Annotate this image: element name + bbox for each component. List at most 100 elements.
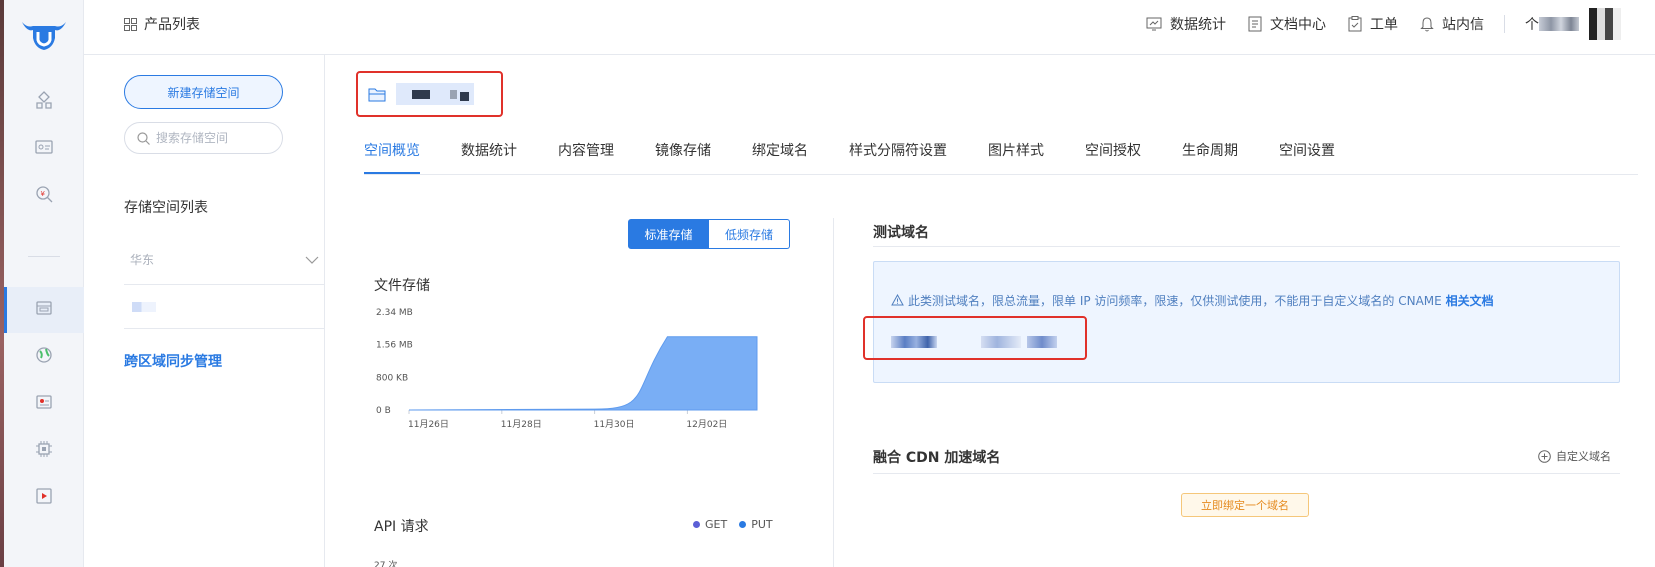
user-name-redacted [1539,17,1579,31]
nav-divider [1504,15,1505,33]
top-bar: 产品列表 数据统计 文档中心 工单 站内信 个 [84,0,1655,55]
bucket-name-redacted [396,83,474,105]
bucket-sidebar: 新建存储空间 存储空间列表 华东 跨区域同步管理 [85,55,325,567]
api-legend: GET PUT [693,518,785,531]
tab-authorization[interactable]: 空间授权 [1085,140,1141,174]
bucket-icon [368,88,386,102]
nav-ticket-label: 工单 [1370,17,1398,33]
cdn-domain-title: 融合 CDN 加速域名 [873,450,1001,466]
nav-messages[interactable]: 站内信 [1420,14,1484,34]
related-docs-link[interactable]: 相关文档 [1446,294,1494,308]
bucket-tabs: 空间概览 数据统计 内容管理 镜像存储 绑定域名 样式分隔符设置 图片样式 空间… [364,125,1638,175]
legend-get[interactable]: GET [693,518,727,531]
test-domain-redacted-2 [981,336,1021,348]
tab-overview[interactable]: 空间概览 [364,140,420,174]
bucket-list-item[interactable] [124,286,325,329]
plus-circle-icon [1538,449,1551,463]
tab-bind-domain[interactable]: 绑定域名 [752,140,808,174]
test-domain-highlight [863,316,1087,360]
y-tick-label: 1.56 MB [376,341,413,351]
id-card-icon[interactable] [34,137,54,157]
brand-logo-icon[interactable] [19,18,69,54]
test-domain-redacted[interactable] [891,336,937,348]
bind-domain-button[interactable]: 立即绑定一个域名 [1181,493,1309,517]
test-domain-warning: 此类测试域名，限总流量，限单 IP 访问频率，限速，仅供测试使用，不能用于自定义… [891,292,1494,309]
x-tick-label: 12月02日 [686,419,727,430]
x-tick-label: 11月28日 [501,419,542,430]
region-value: 华东 [130,253,155,267]
tab-settings[interactable]: 空间设置 [1279,140,1335,174]
chip-icon[interactable] [34,439,54,459]
nav-docs-label: 文档中心 [1270,17,1326,33]
y-tick-label: 2.34 MB [376,308,413,318]
cross-region-sync-link[interactable]: 跨区域同步管理 [124,351,222,371]
finance-search-icon[interactable]: ¥ [34,184,54,204]
x-tick-label: 11月26日 [408,419,449,430]
bell-icon [1420,17,1434,32]
storage-type-toggle: 标准存储 低频存储 [628,219,790,249]
bucket-search[interactable] [124,122,283,154]
rail-divider [28,256,60,257]
legend-get-marker [693,521,700,528]
grid-icon [124,17,137,31]
dashboard-icon[interactable] [34,90,54,110]
nav-statistics-label: 数据统计 [1170,17,1226,33]
product-list-menu[interactable]: 产品列表 [124,14,200,34]
svg-text:¥: ¥ [41,190,46,198]
tab-statistics[interactable]: 数据统计 [461,140,517,174]
custom-domain-label: 自定义域名 [1556,450,1611,463]
test-domain-redacted-3 [1027,336,1057,348]
warning-icon [891,293,904,306]
bucket-list-title: 存储空间列表 [124,200,208,216]
bucket-header-highlight [356,71,503,117]
legend-get-label: GET [705,518,728,531]
nav-messages-label: 站内信 [1442,17,1484,33]
media-card-icon[interactable] [34,392,54,412]
storage-area-series [408,336,758,411]
x-tick-label: 11月30日 [594,419,635,430]
region-select[interactable]: 华东 [124,235,325,285]
nav-ticket[interactable]: 工单 [1348,14,1398,34]
api-requests-title: API 请求 [374,519,429,535]
y-tick-label: 800 KB [376,373,408,383]
tab-content[interactable]: 内容管理 [558,140,614,174]
nav-statistics[interactable]: 数据统计 [1146,14,1226,34]
storage-icon[interactable] [34,298,54,318]
icon-rail: ¥ [4,0,84,567]
product-list-label: 产品列表 [144,17,200,33]
api-y-axis-top: 27 次 [374,561,398,567]
document-icon [1248,16,1262,32]
standard-storage-option[interactable]: 标准存储 [628,219,709,249]
clipboard-icon [1348,16,1362,32]
file-storage-chart: 0 B 800 KB 1.56 MB 2.34 MB 11月26日 11月28日 11月30… [376,308,758,430]
file-storage-title: 文件存储 [374,278,430,294]
search-input[interactable] [156,131,276,145]
new-bucket-button[interactable]: 新建存储空间 [124,75,283,109]
test-domain-divider [873,246,1620,247]
cdn-divider [873,473,1620,474]
cdn-globe-icon[interactable] [34,345,54,365]
avatar[interactable] [1589,8,1621,40]
search-icon [137,131,150,145]
legend-put[interactable]: PUT [739,518,773,531]
tab-mirror[interactable]: 镜像存储 [655,140,711,174]
top-nav: 数据统计 文档中心 工单 站内信 个 [1124,8,1621,40]
bucket-name-redacted [132,302,156,312]
infrequent-storage-option[interactable]: 低频存储 [709,219,790,249]
chart-icon [1146,17,1162,31]
tab-style-separator[interactable]: 样式分隔符设置 [849,140,947,174]
y-tick-label: 0 B [376,406,391,416]
column-divider [833,218,834,567]
legend-put-label: PUT [751,518,773,531]
video-icon[interactable] [34,486,54,506]
user-menu[interactable]: 个 [1525,8,1621,40]
chevron-down-icon [305,256,319,264]
warning-text: 此类测试域名，限总流量，限单 IP 访问频率，限速，仅供测试使用，不能用于自定义… [908,294,1442,308]
custom-domain-link[interactable]: 自定义域名 [1538,448,1611,464]
tab-image-style[interactable]: 图片样式 [988,140,1044,174]
legend-put-marker [739,521,747,528]
tab-lifecycle[interactable]: 生命周期 [1182,140,1238,174]
user-name-prefix: 个 [1525,17,1539,33]
test-domain-title: 测试域名 [873,225,929,241]
nav-docs[interactable]: 文档中心 [1248,14,1326,34]
